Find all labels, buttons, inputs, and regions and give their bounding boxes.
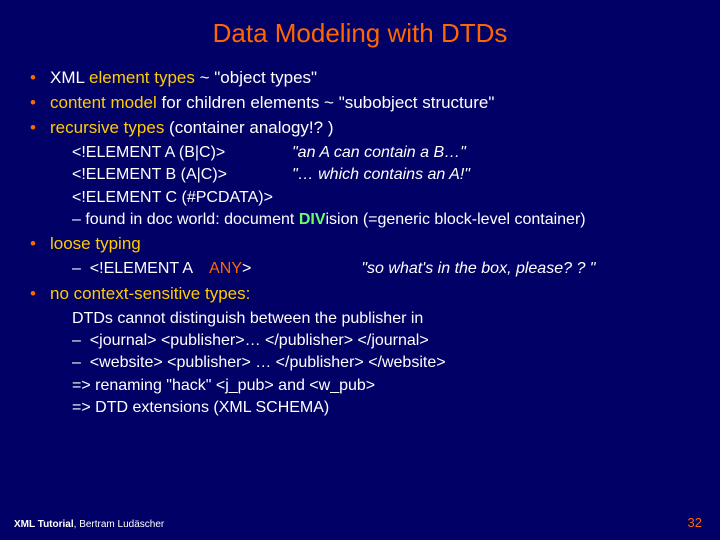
bullet-1: XML element types ~ "object types" [28,67,692,90]
bullet-4: loose typing – <!ELEMENT A ANY> "so what'… [28,233,692,280]
code: > [242,260,251,277]
text: ision (=generic block-level container) [325,211,585,228]
text-line: DTDs cannot distinguish between the publ… [72,308,692,330]
highlight: content model [50,93,157,112]
sub-block: – <!ELEMENT A ANY> "so what's in the box,… [50,258,692,280]
text: – found in doc world: document [72,211,299,228]
bullet-3: recursive types (container analogy!? ) <… [28,117,692,232]
page-number: 32 [688,515,702,530]
text: XML [50,68,89,87]
highlight: recursive types [50,118,164,137]
code-line: <!ELEMENT A (B|C)>"an A can contain a B…… [72,142,692,164]
text: (container analogy!? ) [164,118,333,137]
highlight: loose typing [50,234,141,253]
code-line: <!ELEMENT B (A|C)>"… which contains an A… [72,164,692,186]
highlight: DIV [299,211,326,228]
code: <!ELEMENT B (A|C)> [72,164,292,186]
keyword: ANY [209,260,242,277]
code-line: <!ELEMENT C (#PCDATA)> [72,187,692,209]
slide-title: Data Modeling with DTDs [28,18,692,49]
code-block: <!ELEMENT A (B|C)>"an A can contain a B…… [50,142,692,232]
sub-block: DTDs cannot distinguish between the publ… [50,308,692,420]
highlight: element types [89,68,195,87]
slide: Data Modeling with DTDs XML element type… [0,0,720,420]
code: – <!ELEMENT A [72,260,209,277]
comment: "an A can contain a B…" [292,144,466,161]
bullet-list: XML element types ~ "object types" conte… [28,67,692,420]
sub-dash: – found in doc world: document DIVision … [72,209,692,231]
text: for children elements ~ "subobject struc… [157,93,495,112]
footer-title: XML Tutorial [14,519,74,530]
code-line: – <!ELEMENT A ANY> "so what's in the box,… [72,258,692,280]
bullet-2: content model for children elements ~ "s… [28,92,692,115]
comment: "so what's in the box, please? ? " [361,260,595,277]
bullet-5: no context-sensitive types: DTDs cannot … [28,283,692,420]
text-line: => renaming "hack" <j_pub> and <w_pub> [72,375,692,397]
text-line: – <website> <publisher> … </publisher> <… [72,352,692,374]
footer-author: , Bertram Ludäscher [74,519,165,530]
code: <!ELEMENT A (B|C)> [72,142,292,164]
comment: "… which contains an A!" [292,166,470,183]
highlight: no context-sensitive types: [50,284,250,303]
text-line: => DTD extensions (XML SCHEMA) [72,397,692,419]
footer: XML Tutorial, Bertram Ludäscher [14,519,164,530]
text: ~ "object types" [195,68,317,87]
text-line: – <journal> <publisher>… </publisher> </… [72,330,692,352]
